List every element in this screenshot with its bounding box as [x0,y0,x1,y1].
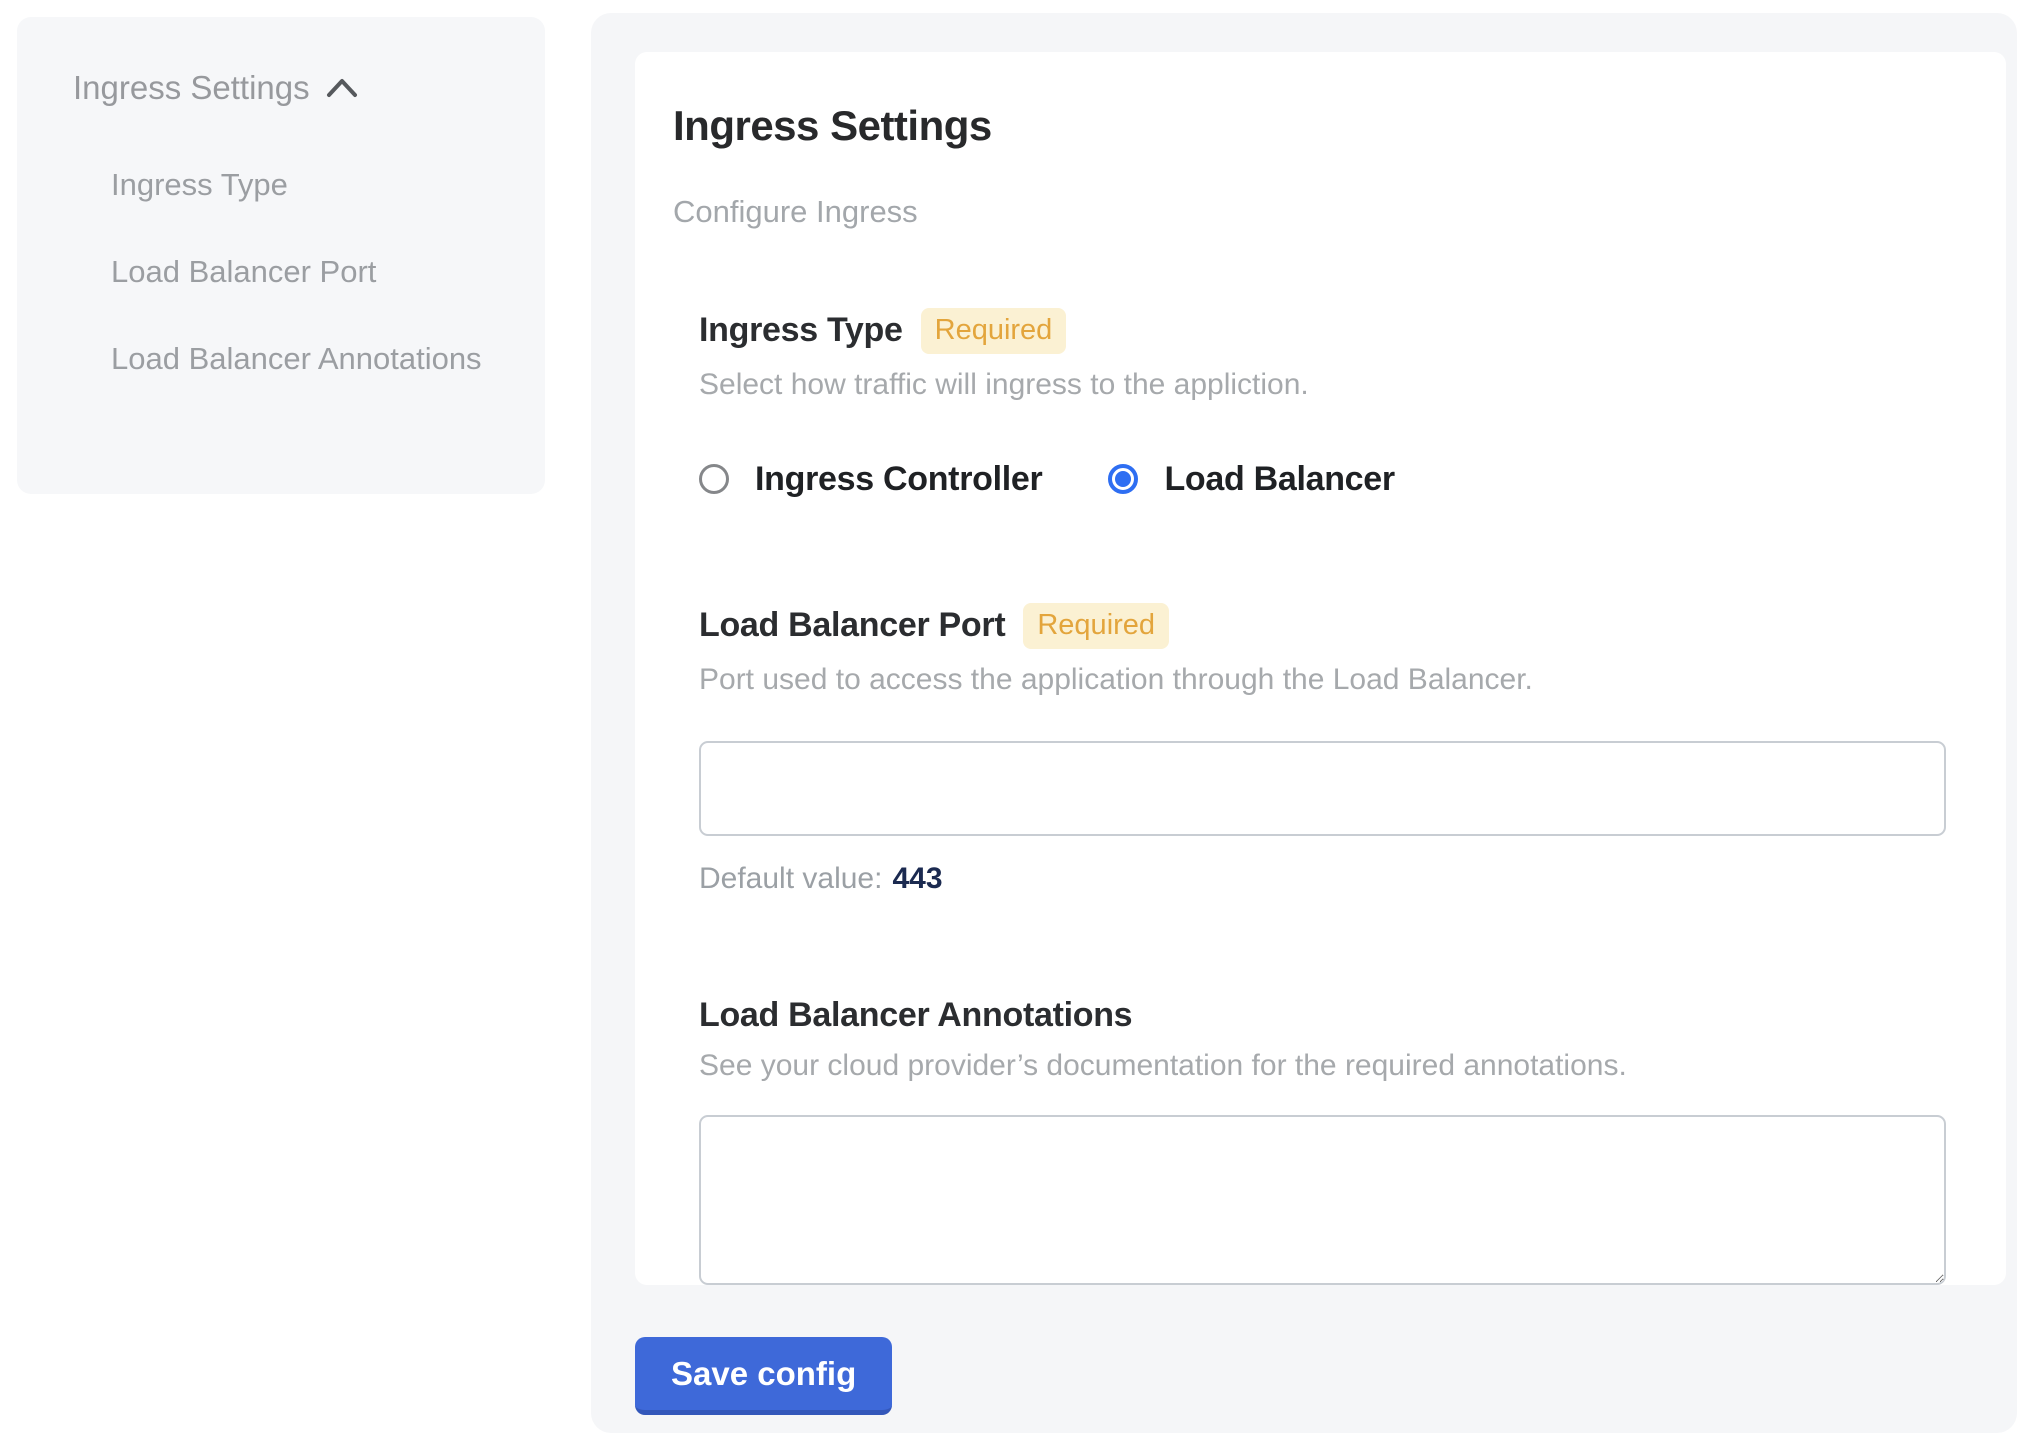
ingress-type-heading: Ingress Type Required [699,308,1946,354]
load-balancer-port-heading: Load Balancer Port Required [699,603,1946,649]
ingress-type-radio-group: Ingress Controller Load Balancer [699,460,1946,499]
load-balancer-port-input[interactable] [699,741,1946,836]
load-balancer-annotations-textarea[interactable] [699,1115,1946,1285]
radio-load-balancer-icon[interactable] [1108,464,1138,494]
radio-option-ingress-controller[interactable]: Ingress Controller [699,460,1042,499]
radio-load-balancer-label: Load Balancer [1164,460,1394,499]
sidebar-item-load-balancer-annotations[interactable]: Load Balancer Annotations [111,329,505,389]
sidebar-header-ingress-settings[interactable]: Ingress Settings [73,69,505,107]
sidebar-item-ingress-type[interactable]: Ingress Type [111,155,505,215]
default-value-row: Default value: 443 [699,862,1946,896]
load-balancer-annotations-description: See your cloud provider’s documentation … [699,1049,1946,1083]
section-load-balancer-port: Load Balancer Port Required Port used to… [699,603,1946,896]
load-balancer-port-description: Port used to access the application thro… [699,663,1946,697]
save-config-button[interactable]: Save config [635,1337,892,1415]
radio-ingress-controller-label: Ingress Controller [755,460,1042,499]
required-badge: Required [921,308,1067,354]
sidebar-nav: Ingress Type Load Balancer Port Load Bal… [73,155,505,389]
load-balancer-port-label: Load Balancer Port [699,606,1005,645]
form-sections: Ingress Type Required Select how traffic… [673,308,1946,1285]
chevron-up-icon [326,77,358,99]
ingress-type-description: Select how traffic will ingress to the a… [699,368,1946,402]
sidebar-header-label: Ingress Settings [73,69,310,107]
radio-option-load-balancer[interactable]: Load Balancer [1108,460,1394,499]
ingress-settings-card: Ingress Settings Configure Ingress Ingre… [635,52,2006,1285]
main-panel: Ingress Settings Configure Ingress Ingre… [591,13,2017,1433]
ingress-type-label: Ingress Type [699,311,903,350]
sidebar: Ingress Settings Ingress Type Load Balan… [17,17,545,494]
load-balancer-annotations-heading: Load Balancer Annotations [699,996,1946,1035]
page-title: Ingress Settings [673,102,1946,150]
default-value-number: 443 [892,862,942,895]
load-balancer-annotations-label: Load Balancer Annotations [699,996,1132,1035]
page-subtitle: Configure Ingress [673,194,1946,230]
section-load-balancer-annotations: Load Balancer Annotations See your cloud… [699,996,1946,1285]
radio-ingress-controller-icon[interactable] [699,464,729,494]
sidebar-item-load-balancer-port[interactable]: Load Balancer Port [111,242,505,302]
section-ingress-type: Ingress Type Required Select how traffic… [699,308,1946,499]
default-value-label: Default value: [699,862,882,895]
required-badge: Required [1023,603,1169,649]
